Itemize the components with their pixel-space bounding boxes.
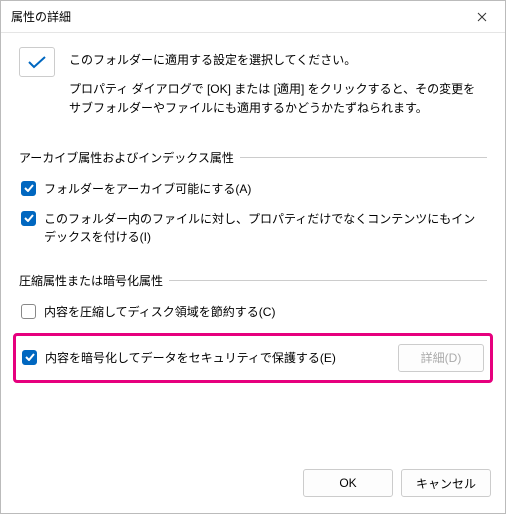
check-icon [24,214,34,222]
close-icon [477,12,487,22]
close-button[interactable] [459,1,505,33]
cancel-button[interactable]: キャンセル [401,469,491,497]
encrypt-label[interactable]: 内容を暗号化してデータをセキュリティで保護する(E) [45,349,336,367]
advanced-attributes-dialog: 属性の詳細 このフォルダーに適用する設定を選択してください。 プロパティ ダイア… [0,0,506,514]
index-option-row: このフォルダー内のファイルに対し、プロパティだけでなくコンテンツにもインデックス… [19,210,487,246]
archive-index-title: アーカイブ属性およびインデックス属性 [19,149,240,166]
index-checkbox[interactable] [21,211,36,226]
group-header: 圧縮属性または暗号化属性 [19,272,487,289]
encrypt-highlight-row: 内容を暗号化してデータをセキュリティで保護する(E) 詳細(D) [13,333,493,383]
checkmark-box-icon [19,47,55,77]
compress-label[interactable]: 内容を圧縮してディスク領域を節約する(C) [44,303,275,321]
index-label[interactable]: このフォルダー内のファイルに対し、プロパティだけでなくコンテンツにもインデックス… [44,210,487,246]
dialog-footer: OK キャンセル [1,457,505,513]
titlebar: 属性の詳細 [1,1,505,33]
archive-checkbox[interactable] [21,181,36,196]
dialog-title: 属性の詳細 [11,8,459,25]
intro-line2: プロパティ ダイアログで [OK] または [適用] をクリックすると、その変更… [69,80,487,118]
encrypt-checkbox[interactable] [22,350,37,365]
check-icon [25,353,35,361]
intro-text: このフォルダーに適用する設定を選択してください。 プロパティ ダイアログで [O… [69,47,487,119]
group-header: アーカイブ属性およびインデックス属性 [19,149,487,166]
check-icon [24,184,34,192]
intro-section: このフォルダーに適用する設定を選択してください。 プロパティ ダイアログで [O… [19,47,487,119]
archive-index-group: アーカイブ属性およびインデックス属性 フォルダーをアーカイブ可能にする(A) こ… [19,149,487,246]
dialog-content: このフォルダーに適用する設定を選択してください。 プロパティ ダイアログで [O… [1,33,505,457]
compress-encrypt-title: 圧縮属性または暗号化属性 [19,272,169,289]
divider-line [169,280,487,281]
archive-label[interactable]: フォルダーをアーカイブ可能にする(A) [44,180,251,198]
divider-line [240,157,487,158]
compress-option-row: 内容を圧縮してディスク領域を節約する(C) [19,303,487,321]
compress-encrypt-group: 圧縮属性または暗号化属性 内容を圧縮してディスク領域を節約する(C) 内容を暗号… [19,272,487,383]
details-button[interactable]: 詳細(D) [398,344,484,372]
archive-option-row: フォルダーをアーカイブ可能にする(A) [19,180,487,198]
intro-line1: このフォルダーに適用する設定を選択してください。 [69,51,487,70]
ok-button[interactable]: OK [303,469,393,497]
compress-checkbox[interactable] [21,304,36,319]
